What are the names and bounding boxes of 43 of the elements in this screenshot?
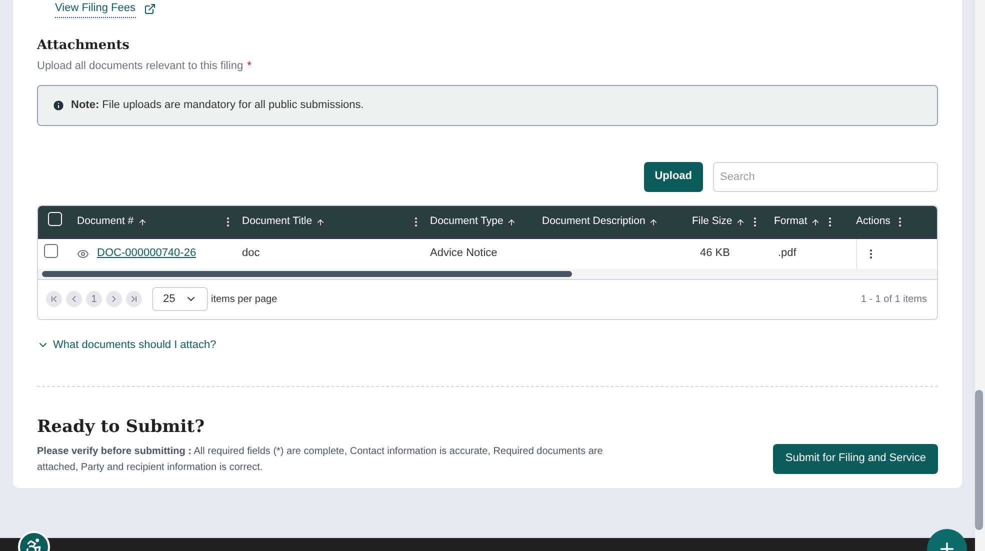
column-header[interactable]: Document Description [542, 214, 646, 230]
column-header[interactable]: Format [774, 214, 808, 230]
next-page-icon[interactable] [106, 291, 122, 307]
sort-icon[interactable] [138, 218, 147, 226]
attachments-subtitle: Upload all documents relevant to this filing [37, 59, 244, 74]
info-icon [52, 98, 65, 112]
table-cell-text: 46 KB [699, 246, 731, 262]
attachments-heading: Attachments [37, 36, 130, 54]
external-link-icon [144, 2, 156, 15]
last-page-icon[interactable] [126, 291, 142, 307]
column-header[interactable]: File Size [692, 214, 732, 230]
note-text: Note: File uploads are mandatory for all public submissions. [71, 98, 364, 113]
sort-icon[interactable] [316, 218, 326, 226]
table-cell-text: .pdf [777, 246, 798, 262]
page-number[interactable]: 1 [86, 291, 102, 307]
submit-button[interactable]: Submit for Filing and Service [773, 444, 938, 474]
column-header[interactable]: Document Type [430, 214, 504, 230]
sort-icon[interactable] [736, 218, 746, 226]
pager-summary: 1 - 1 of 1 items [860, 292, 928, 306]
filing-fees-link[interactable]: View Filing Fees [55, 0, 136, 18]
page-size-select[interactable]: 25 [152, 287, 208, 311]
sort-icon[interactable] [507, 218, 516, 226]
view-icon[interactable] [77, 248, 89, 260]
upload-button[interactable]: Upload [644, 162, 703, 192]
horizontal-scrollbar[interactable] [38, 268, 937, 278]
sort-icon[interactable] [811, 218, 820, 226]
table-cell-text: doc [242, 246, 261, 262]
checkbox[interactable] [44, 244, 58, 258]
table-cell-text: Advice Notice [430, 246, 498, 262]
previous-page-icon[interactable] [66, 291, 82, 307]
column-header[interactable]: Actions [856, 214, 890, 230]
vertical-scrollbar[interactable] [975, 0, 985, 551]
required-mark: * [247, 59, 252, 74]
submit-instructions: Please verify before submitting : All required fields (*) are complete, Contact information is accurate, Required documents are attached, Party and recipient information is correct. [37, 444, 604, 474]
page-size-label: items per page [211, 292, 278, 306]
help-link[interactable]: What documents should I attach? [37, 336, 216, 353]
first-page-icon[interactable] [46, 291, 62, 307]
search-field[interactable]: Search [713, 162, 938, 192]
sort-icon[interactable] [649, 218, 658, 226]
column-header[interactable]: Document # [77, 214, 134, 230]
column-header[interactable]: Document Title [242, 214, 312, 230]
submit-heading: Ready to Submit? [37, 416, 206, 439]
document-link[interactable]: DOC-000000740-26 [97, 245, 196, 262]
